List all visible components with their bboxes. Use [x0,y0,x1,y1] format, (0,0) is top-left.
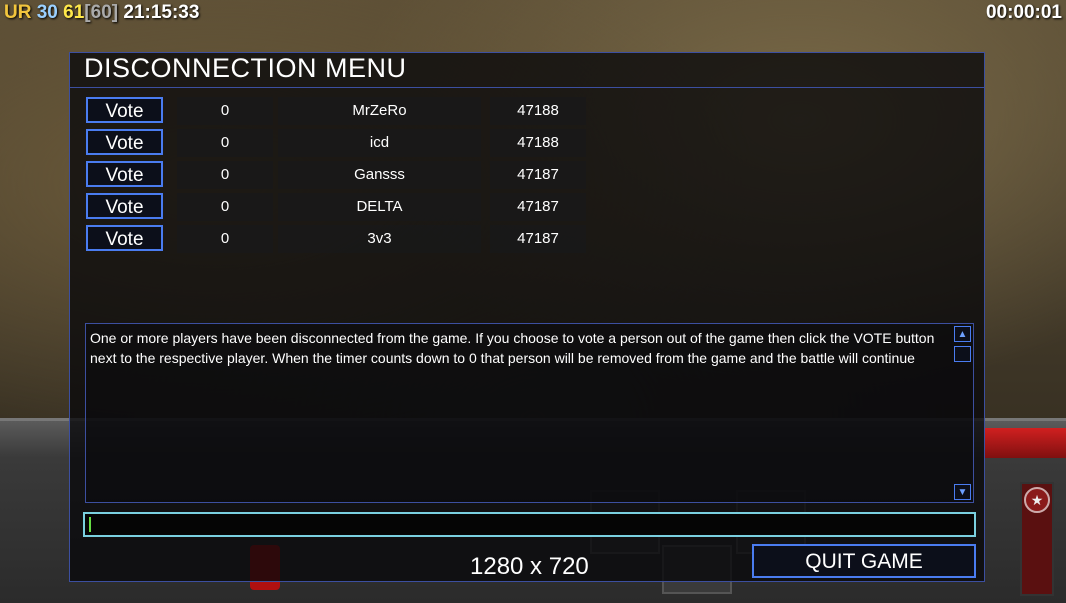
scrollbar-thumb[interactable] [954,346,971,362]
player-timer: 47187 [490,225,586,253]
player-name: icd [278,129,481,157]
hud-clock: 21:15:33 [123,2,200,23]
message-box: One or more players have been disconnect… [85,323,974,503]
player-timer: 47188 [490,129,586,157]
hud-timer: 00:00:01 [985,2,1062,23]
chat-input[interactable] [83,512,976,537]
vote-button[interactable]: Vote [86,193,163,219]
quit-game-button[interactable]: QUIT GAME [752,544,976,578]
hud-stats: UR 30 61[60] 21:15:33 [4,2,199,24]
scroll-down-icon[interactable]: ▼ [954,484,971,500]
message-scrollbar[interactable]: ▲ ▼ [954,326,971,500]
player-name: Gansss [278,161,481,189]
scroll-up-icon[interactable]: ▲ [954,326,971,342]
control-bar-red-indicator [985,428,1066,458]
player-vote-count: 0 [177,193,273,221]
player-timer: 47187 [490,193,586,221]
star-emblem-icon: ★ [1024,487,1050,513]
player-name: DELTA [278,193,481,221]
player-vote-count: 0 [177,97,273,125]
vote-button[interactable]: Vote [86,225,163,251]
vote-button[interactable]: Vote [86,97,163,123]
hud-value-61: 61 [63,2,85,23]
resolution-label: 1280 x 720 [470,553,589,580]
player-vote-count: 0 [177,161,273,189]
hud-value-30: 30 [36,2,58,23]
disconnection-dialog: DISCONNECTION MENU Vote 0 MrZeRo 47188 V… [69,52,985,582]
player-timer: 47188 [490,97,586,125]
control-bar-power-strip: ★ [1020,482,1054,596]
player-name: 3v3 [278,225,481,253]
disconnect-message: One or more players have been disconnect… [90,330,935,366]
dialog-title: DISCONNECTION MENU [84,53,407,83]
hud-ur-label: UR [4,2,32,23]
hud-value-60: [60] [84,2,119,23]
player-name: MrZeRo [278,97,481,125]
vote-button[interactable]: Vote [86,129,163,155]
player-vote-count: 0 [177,225,273,253]
title-divider [70,87,984,88]
text-caret [89,517,91,532]
player-timer: 47187 [490,161,586,189]
player-vote-count: 0 [177,129,273,157]
vote-button[interactable]: Vote [86,161,163,187]
